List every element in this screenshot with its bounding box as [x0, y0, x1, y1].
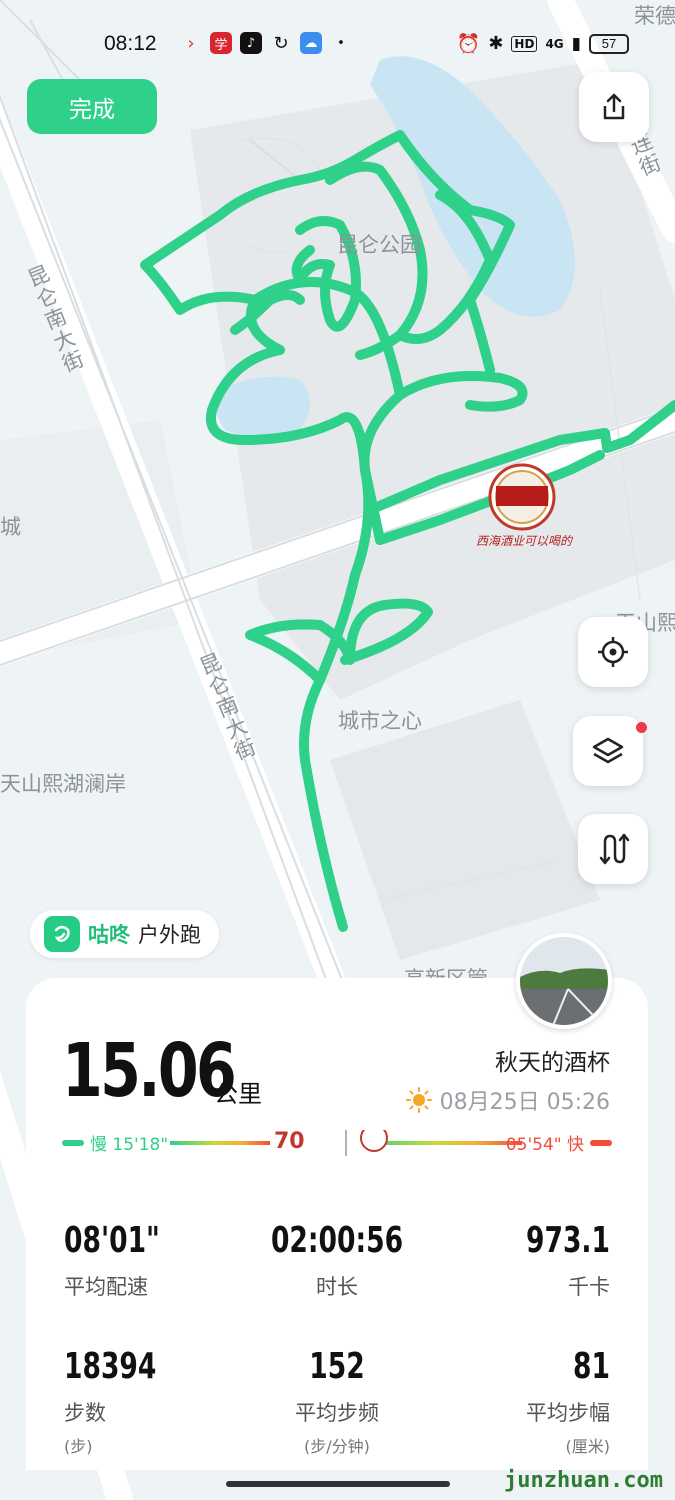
stat-value: 81	[573, 1346, 610, 1387]
map-label-lakeside: 天山熙湖澜岸	[0, 772, 126, 796]
stat-value: 08'01"	[64, 1220, 160, 1261]
stat-value: 973.1	[525, 1220, 610, 1261]
map-label-city: 城	[0, 515, 21, 539]
codoon-logo-icon	[44, 916, 80, 952]
app-brand-chip: 咕咚 户外跑	[30, 910, 219, 958]
notification-icons: › 学 ♪ ↻ ☁ •	[180, 32, 352, 54]
brand-name: 咕咚	[88, 923, 130, 947]
home-indicator[interactable]	[226, 1481, 450, 1487]
pace-gradient-bar: 70 慢 15'18" 05'54" 快	[62, 1130, 612, 1156]
stat-label: 平均步频	[295, 1401, 379, 1425]
map-label-top-right: 荣德	[634, 4, 675, 28]
hd-badge: HD	[511, 35, 538, 52]
activity-type: 户外跑	[138, 923, 201, 947]
layers-badge	[636, 722, 647, 733]
route-icon	[599, 833, 630, 865]
pace-slow-label: 慢 15'18"	[90, 1135, 169, 1155]
map-layers-button[interactable]	[573, 716, 643, 786]
bluetooth-icon: ✱	[488, 33, 504, 54]
stat-label: 步数	[64, 1401, 106, 1425]
summary-card: 15.06 公里 秋天的酒杯 08月25日 05:26 70 慢 15'18" …	[26, 978, 648, 1470]
locate-button[interactable]	[578, 617, 648, 687]
network-type: 4G	[545, 36, 564, 51]
signal-icon: ▮	[571, 33, 581, 54]
run-date: 08月25日 05:26	[439, 1090, 610, 1115]
battery-indicator: 57	[589, 33, 629, 54]
sun-icon	[405, 1087, 432, 1113]
watermark-text: junzhuan.com	[504, 1468, 663, 1493]
share-icon	[603, 93, 625, 120]
sponsor-tagline: 西海酒业可以喝的	[476, 534, 573, 548]
stat-label: 平均步幅	[526, 1401, 610, 1425]
stat-value: 02:00:56	[270, 1220, 404, 1261]
distance-value: 15.06	[62, 1028, 237, 1114]
app-arrow-icon: ›	[187, 32, 195, 54]
stat-avg-pace: 08'01" 平均配速	[64, 1220, 264, 1301]
stat-unit: (步)	[64, 1437, 93, 1456]
run-date-row: 08月25日 05:26	[405, 1084, 610, 1116]
stat-label: 平均配速	[64, 1275, 148, 1299]
pace-fast-label: 05'54" 快	[505, 1135, 584, 1155]
stat-label: 千卡	[568, 1275, 610, 1299]
stat-label: 时长	[316, 1275, 358, 1299]
status-right: ⏰ ✱ HD 4G ▮ 57	[457, 32, 629, 55]
stat-value: 152	[309, 1346, 365, 1387]
stat-duration: 02:00:56 时长	[237, 1220, 437, 1301]
tiktok-icon: ♪	[240, 32, 262, 54]
stat-cadence: 152 平均步频 (步/分钟)	[237, 1346, 437, 1457]
stat-unit: (厘米)	[565, 1437, 611, 1456]
status-bar: 08:12 › 学 ♪ ↻ ☁ • ⏰ ✱ HD 4G ▮ 57	[0, 28, 675, 64]
alarm-icon: ⏰	[456, 33, 481, 55]
run-title[interactable]: 秋天的酒杯	[495, 1043, 610, 1077]
done-button[interactable]: 完成	[27, 79, 157, 134]
status-time: 08:12	[104, 32, 157, 55]
distance-unit: 公里	[214, 1080, 262, 1108]
map-label-park: 昆仑公园	[337, 233, 421, 257]
stat-value: 18394	[64, 1346, 157, 1387]
run-photo-avatar[interactable]	[516, 933, 612, 1029]
map-label-city-heart: 城市之心	[338, 709, 422, 733]
more-dot-icon: •	[337, 35, 345, 51]
sync-icon: ↻	[273, 32, 289, 54]
stat-unit: (步/分钟)	[304, 1437, 370, 1456]
stat-calories: 973.1 千卡	[410, 1220, 610, 1301]
crosshair-icon	[598, 637, 628, 667]
weather-icon: ☁	[300, 32, 322, 54]
app-study-icon: 学	[210, 32, 232, 54]
route-toggle-button[interactable]	[578, 814, 648, 884]
stat-steps: 18394 步数 (步)	[64, 1346, 264, 1457]
share-button[interactable]	[579, 72, 649, 142]
layers-icon	[592, 737, 624, 764]
stat-stride: 81 平均步幅 (厘米)	[410, 1346, 610, 1457]
svg-text:70: 70	[274, 1130, 305, 1154]
